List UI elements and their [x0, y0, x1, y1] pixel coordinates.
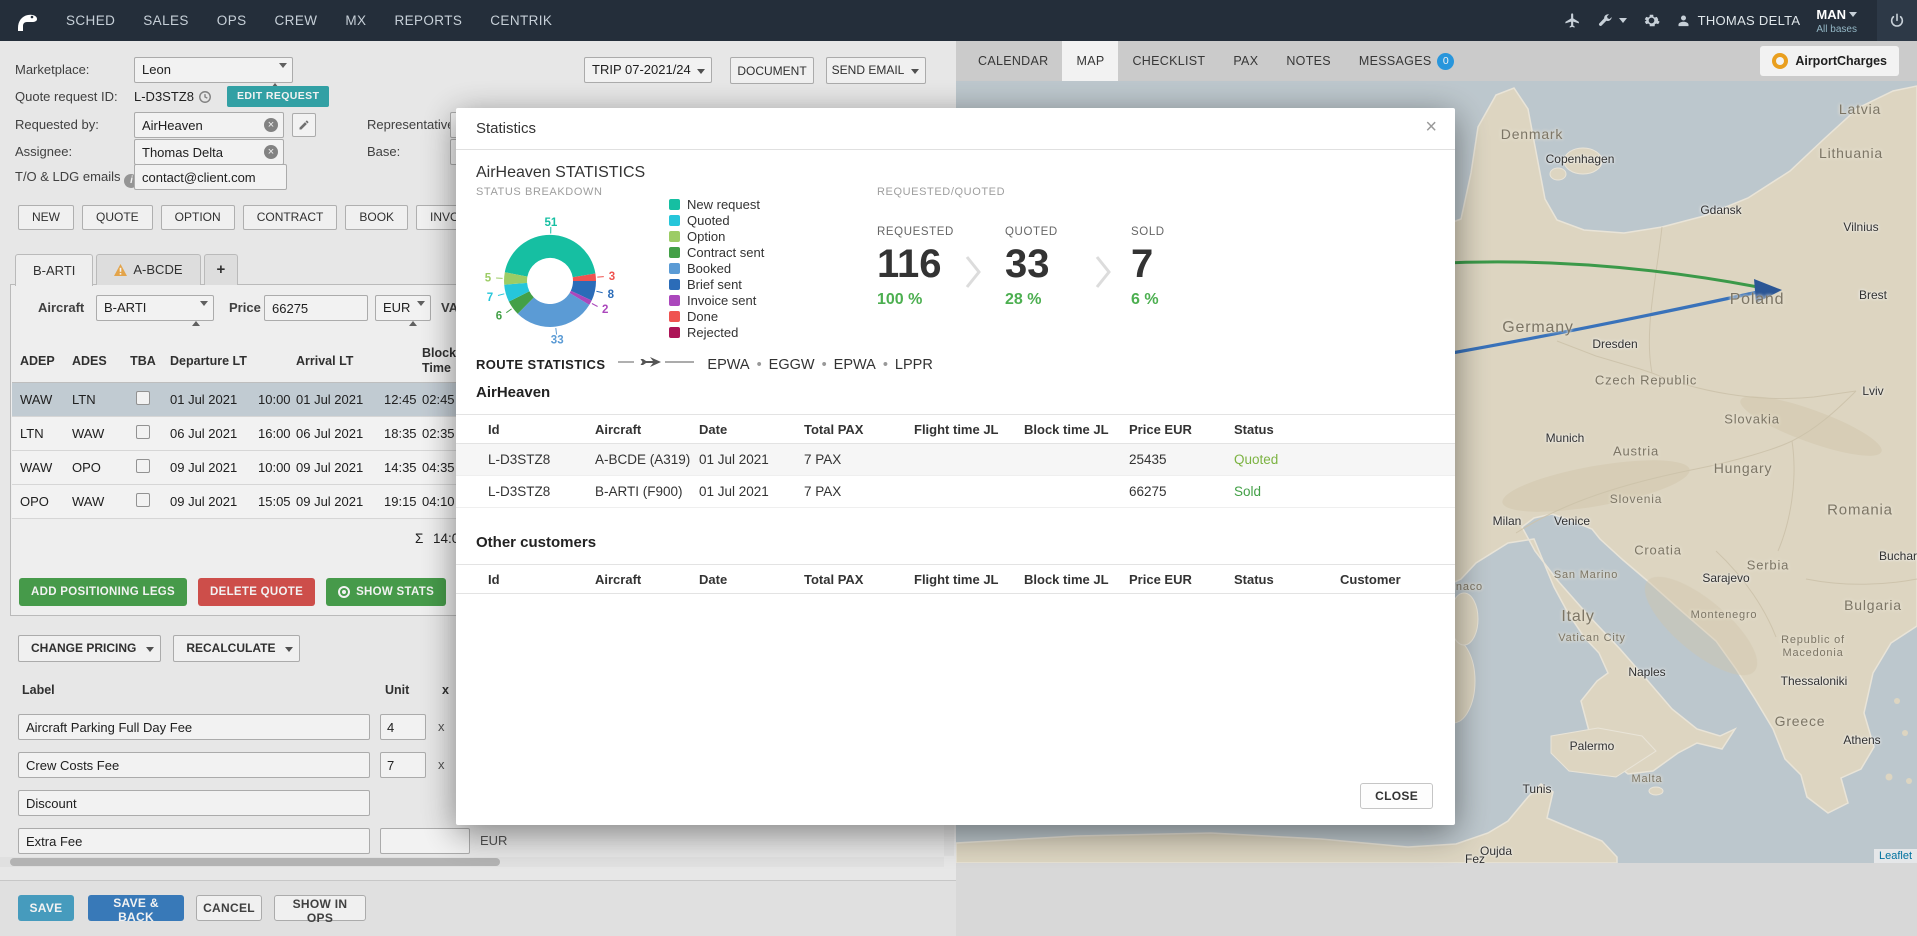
person-icon	[1676, 13, 1691, 28]
route-airport: EPWA	[834, 357, 876, 373]
other-table-title: Other customers	[476, 534, 596, 551]
nav-item-sched[interactable]: SCHED	[52, 0, 129, 41]
main-menu: SCHEDSALESOPSCREWMXREPORTSCENTRIK	[52, 0, 566, 41]
requested-quoted-funnel: REQUESTED116100 % QUOTED3328 % SOLD76 %	[456, 226, 1455, 336]
logout-power-icon[interactable]	[1877, 0, 1917, 41]
modal-title: Statistics	[476, 120, 536, 137]
top-nav: SCHEDSALESOPSCREWMXREPORTSCENTRIK THOMAS…	[0, 0, 1917, 41]
base-scope: All bases	[1816, 24, 1857, 36]
modal-body: AirHeaven STATISTICS STATUS BREAKDOWN 51…	[456, 150, 1455, 825]
route-airport: LPPR	[895, 357, 933, 373]
legend-swatch	[669, 215, 680, 226]
stats-table-header: IdAircraftDateTotal PAXFlight time JLBlo…	[456, 414, 1455, 444]
nav-right: THOMAS DELTA MAN All bases	[1564, 0, 1917, 41]
base-selector[interactable]: MAN All bases	[1816, 6, 1857, 36]
nav-item-ops[interactable]: OPS	[203, 0, 261, 41]
route-statistics-label: ROUTE STATISTICS	[476, 357, 605, 372]
chevron-right-icon	[1094, 252, 1112, 292]
legend-item: New request	[669, 196, 764, 212]
stats-table-row: L-D3STZ8B-ARTI (F900)01 Jul 20217 PAX 66…	[456, 476, 1455, 508]
base-code: MAN	[1816, 7, 1846, 22]
requested-quoted-label: REQUESTED/QUOTED	[877, 186, 1005, 198]
leon-logo[interactable]	[12, 7, 42, 35]
funnel-stat-requested: REQUESTED116100 %	[877, 226, 954, 309]
chevron-right-icon	[964, 252, 982, 292]
route-plane-icon	[617, 354, 695, 375]
route-airports: EPWA • EGGW • EPWA • LPPR	[707, 357, 932, 373]
route-airport: EPWA	[707, 357, 749, 373]
stats-table-header: IdAircraftDateTotal PAXFlight time JLBlo…	[456, 564, 1455, 594]
bullet-separator: •	[757, 357, 762, 373]
funnel-stat-sold: SOLD76 %	[1131, 226, 1165, 309]
legend-swatch	[669, 199, 680, 210]
user-name: THOMAS DELTA	[1698, 13, 1801, 28]
nav-item-crew[interactable]: CREW	[261, 0, 332, 41]
stats-table-row: L-D3STZ8A-BCDE (A319)01 Jul 20217 PAX 25…	[456, 444, 1455, 476]
customer-stats-table: IdAircraftDateTotal PAXFlight time JLBlo…	[456, 414, 1455, 508]
modal-header: Statistics ×	[456, 108, 1455, 150]
route-statistics-row: ROUTE STATISTICS EPWA • EGGW • EPWA • LPPR	[476, 354, 933, 375]
nav-item-mx[interactable]: MX	[331, 0, 380, 41]
nav-item-centrik[interactable]: CENTRIK	[476, 0, 566, 41]
route-airport: EGGW	[769, 357, 815, 373]
customer-table-title: AirHeaven	[476, 384, 550, 401]
close-icon[interactable]: ×	[1425, 116, 1437, 139]
nav-item-sales[interactable]: SALES	[129, 0, 203, 41]
chevron-down-icon	[1849, 12, 1857, 17]
nav-item-reports[interactable]: REPORTS	[380, 0, 476, 41]
flights-plane-icon[interactable]	[1564, 12, 1581, 29]
user-menu[interactable]: THOMAS DELTA	[1676, 13, 1801, 28]
bullet-separator: •	[883, 357, 888, 373]
tools-wrench-icon[interactable]	[1597, 13, 1627, 29]
status-breakdown-label: STATUS BREAKDOWN	[476, 186, 603, 198]
statistics-modal: Statistics × AirHeaven STATISTICS STATUS…	[456, 108, 1455, 825]
chevron-down-icon	[1619, 18, 1627, 23]
app-root: SCHEDSALESOPSCREWMXREPORTSCENTRIK THOMAS…	[0, 0, 1917, 936]
settings-gear-icon[interactable]	[1643, 12, 1660, 29]
funnel-stat-quoted: QUOTED3328 %	[1005, 226, 1058, 309]
customer-stats-title: AirHeaven STATISTICS	[476, 164, 645, 182]
modal-overlay: Statistics × AirHeaven STATISTICS STATUS…	[0, 0, 1917, 936]
other-customers-table: IdAircraftDateTotal PAXFlight time JLBlo…	[456, 564, 1455, 594]
close-button[interactable]: CLOSE	[1360, 783, 1433, 809]
svg-text:33: 33	[551, 335, 564, 347]
bullet-separator: •	[822, 357, 827, 373]
